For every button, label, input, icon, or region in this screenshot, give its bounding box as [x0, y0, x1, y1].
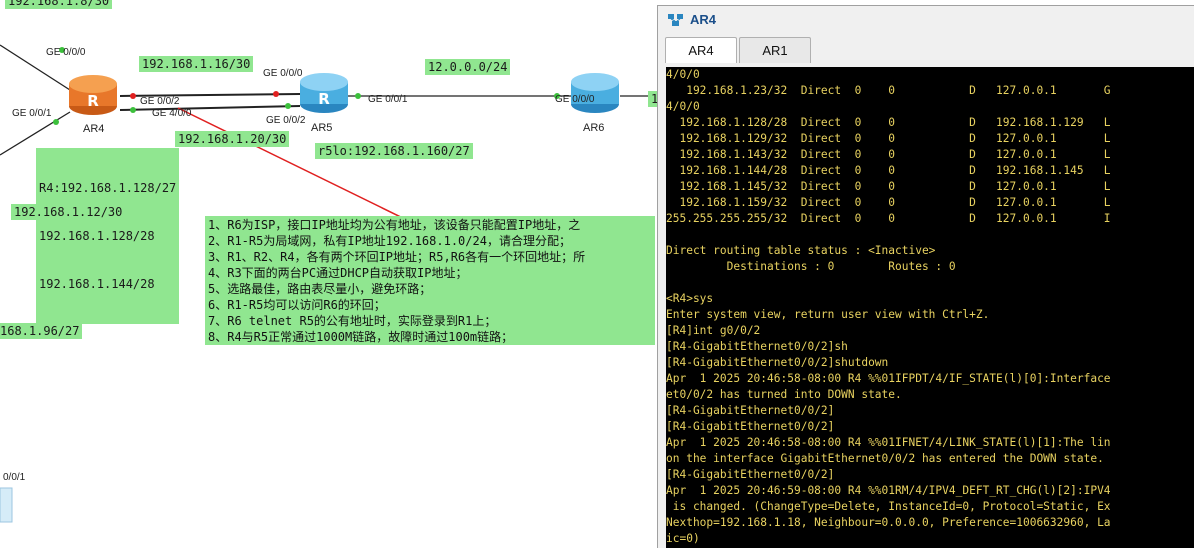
- terminal-line: Apr 1 2025 20:46:58-08:00 R4 %%01IFNET/4…: [666, 436, 1111, 449]
- cli-tab-strip: AR4 AR1: [658, 33, 1194, 63]
- router-ar4-icon[interactable]: R: [68, 72, 118, 116]
- loopback-r4-line: 192.168.1.128/28: [39, 229, 155, 243]
- tab-ar4[interactable]: AR4: [665, 37, 737, 63]
- requirements-note: 1、R6为ISP，接口IP地址均为公有地址，该设备只能配置IP地址，之 2、R1…: [205, 216, 655, 345]
- terminal-line: 192.168.1.143/32 Direct 0 0 D 127.0.0.1 …: [666, 148, 1111, 161]
- terminal-line: [R4-GigabitEthernet0/0/2]: [666, 404, 835, 417]
- terminal-line: Destinations : 0 Routes : 0: [666, 260, 956, 273]
- terminal-line: Direct routing table status : <Inactive>: [666, 244, 936, 257]
- requirement-item: 4、R3下面的两台PC通过DHCP自动获取IP地址；: [208, 266, 468, 280]
- requirement-item: 7、R6 telnet R5的公有地址时，实际登录到R1上；: [208, 314, 497, 328]
- terminal-line: 4/0/0: [666, 68, 700, 81]
- cli-window-title: AR4: [690, 12, 717, 27]
- port-label-ar5-ge001: GE 0/0/1: [368, 94, 408, 105]
- terminal-line: [R4-GigabitEthernet0/0/2]shutdown: [666, 356, 889, 369]
- terminal-line: 192.168.1.129/32 Direct 0 0 D 127.0.0.1 …: [666, 132, 1111, 145]
- port-label-bottom-device: 0/0/1: [3, 472, 26, 483]
- subnet-label-left-12: 192.168.1.12/30: [11, 204, 126, 220]
- terminal-line: ic=0): [666, 532, 700, 545]
- router-ar5-icon[interactable]: R: [299, 70, 349, 114]
- subnet-label-top-left: 192.168.1.8/30: [5, 0, 113, 9]
- router-glyph: R: [318, 90, 330, 108]
- requirement-item: 6、R1-R5均可以访问R6的环回；: [208, 298, 386, 312]
- requirement-item: 5、选路最佳，路由表尽量小，避免环路；: [208, 282, 432, 296]
- requirement-item: 8、R4与R5正常通过1000M链路，故障时通过100m链路；: [208, 330, 514, 344]
- terminal-line: [R4]int g0/0/2: [666, 324, 761, 337]
- terminal-line: on the interface GigabitEthernet0/0/2 ha…: [666, 452, 1104, 465]
- port-label-ar4-ge000: GE 0/0/0: [46, 47, 86, 58]
- terminal-line: [R4-GigabitEthernet0/0/2]sh: [666, 340, 848, 353]
- terminal-output[interactable]: 4/0/0 192.168.1.23/32 Direct 0 0 D 127.0…: [666, 67, 1194, 548]
- loopback-label-r5: r5lo:192.168.1.160/27: [315, 143, 473, 159]
- subnet-label-ar5-ar6: 12.0.0.0/24: [425, 59, 511, 75]
- port-dot: [53, 119, 59, 125]
- port-label-ar4-ge400: GE 4/0/0: [152, 108, 192, 119]
- router-ar6-name: AR6: [583, 122, 605, 134]
- loopback-r4-line: 192.168.1.144/28: [39, 277, 155, 291]
- requirement-item: 2、R1-R5为局域网，私有IP地址192.168.1.0/24，请合理分配；: [208, 234, 571, 248]
- bottom-device[interactable]: [0, 487, 13, 523]
- terminal-line: Nexthop=192.168.1.18, Neighbour=0.0.0.0,…: [666, 516, 1111, 529]
- port-dot: [273, 91, 279, 97]
- terminal-line: 192.168.1.23/32 Direct 0 0 D 127.0.0.1 G: [666, 84, 1111, 97]
- cli-window[interactable]: AR4 AR4 AR1 4/0/0 192.168.1.23/32 Direct…: [657, 5, 1194, 548]
- port-label-ar6-ge000: GE 0/0/0: [555, 94, 595, 105]
- port-dot: [355, 93, 361, 99]
- terminal-line: <R4>sys: [666, 292, 714, 305]
- subnet-label-left-96: 168.1.96/27: [0, 323, 83, 339]
- cli-window-titlebar[interactable]: AR4: [658, 6, 1194, 33]
- port-label-ar5-ge002: GE 0/0/2: [266, 115, 306, 126]
- port-label-ar5-ge000: GE 0/0/0: [263, 68, 303, 79]
- terminal-line: [R4-GigabitEthernet0/0/2]: [666, 468, 835, 481]
- terminal-line: [R4-GigabitEthernet0/0/2]: [666, 420, 835, 433]
- loopback-r4-line: R4:192.168.1.128/27: [39, 181, 177, 195]
- terminal-line: 192.168.1.128/28 Direct 0 0 D 192.168.1.…: [666, 116, 1111, 129]
- terminal-line: et0/0/2 has turned into DOWN state.: [666, 388, 902, 401]
- subnet-label-ar4-ar5-upper: 192.168.1.16/30: [139, 56, 254, 72]
- terminal-line: Enter system view, return user view with…: [666, 308, 990, 321]
- terminal-app-icon: [668, 13, 683, 26]
- port-dot: [130, 93, 136, 99]
- router-ar6-icon[interactable]: [570, 70, 620, 114]
- router-ar5-name: AR5: [311, 122, 333, 134]
- port-dot: [130, 107, 136, 113]
- port-label-ar4-ge001: GE 0/0/1: [12, 108, 52, 119]
- loopback-label-r4: R4:192.168.1.128/27 192.168.1.128/28 192…: [36, 148, 180, 324]
- terminal-line: Apr 1 2025 20:46:58-08:00 R4 %%01IFPDT/4…: [666, 372, 1111, 385]
- requirement-item: 1、R6为ISP，接口IP地址均为公有地址，该设备只能配置IP地址，之: [208, 218, 581, 232]
- subnet-label-ar4-ar5-lower: 192.168.1.20/30: [175, 131, 290, 147]
- router-glyph: R: [87, 92, 99, 110]
- terminal-line: Apr 1 2025 20:46:59-08:00 R4 %%01RM/4/IP…: [666, 484, 1111, 497]
- terminal-line: 192.168.1.159/32 Direct 0 0 D 127.0.0.1 …: [666, 196, 1111, 209]
- terminal-line: 255.255.255.255/32 Direct 0 0 D 127.0.0.…: [666, 212, 1111, 225]
- terminal-line: 192.168.1.145/32 Direct 0 0 D 127.0.0.1 …: [666, 180, 1111, 193]
- port-dot: [285, 103, 291, 109]
- topology-canvas[interactable]: R R AR4 AR5 AR6 GE 0/0/0 GE 0/0/1 GE 0/0…: [0, 0, 660, 547]
- router-ar4-name: AR4: [83, 123, 105, 135]
- requirement-item: 3、R1、R2、R4，各有两个环回IP地址；R5,R6各有一个环回地址；所: [208, 250, 586, 264]
- terminal-line: 4/0/0: [666, 100, 700, 113]
- port-label-ar4-ge002: GE 0/0/2: [140, 96, 180, 107]
- terminal-line: is changed. (ChangeType=Delete, Instance…: [666, 500, 1111, 513]
- terminal-line: 192.168.1.144/28 Direct 0 0 D 192.168.1.…: [666, 164, 1111, 177]
- tab-ar1[interactable]: AR1: [739, 37, 811, 63]
